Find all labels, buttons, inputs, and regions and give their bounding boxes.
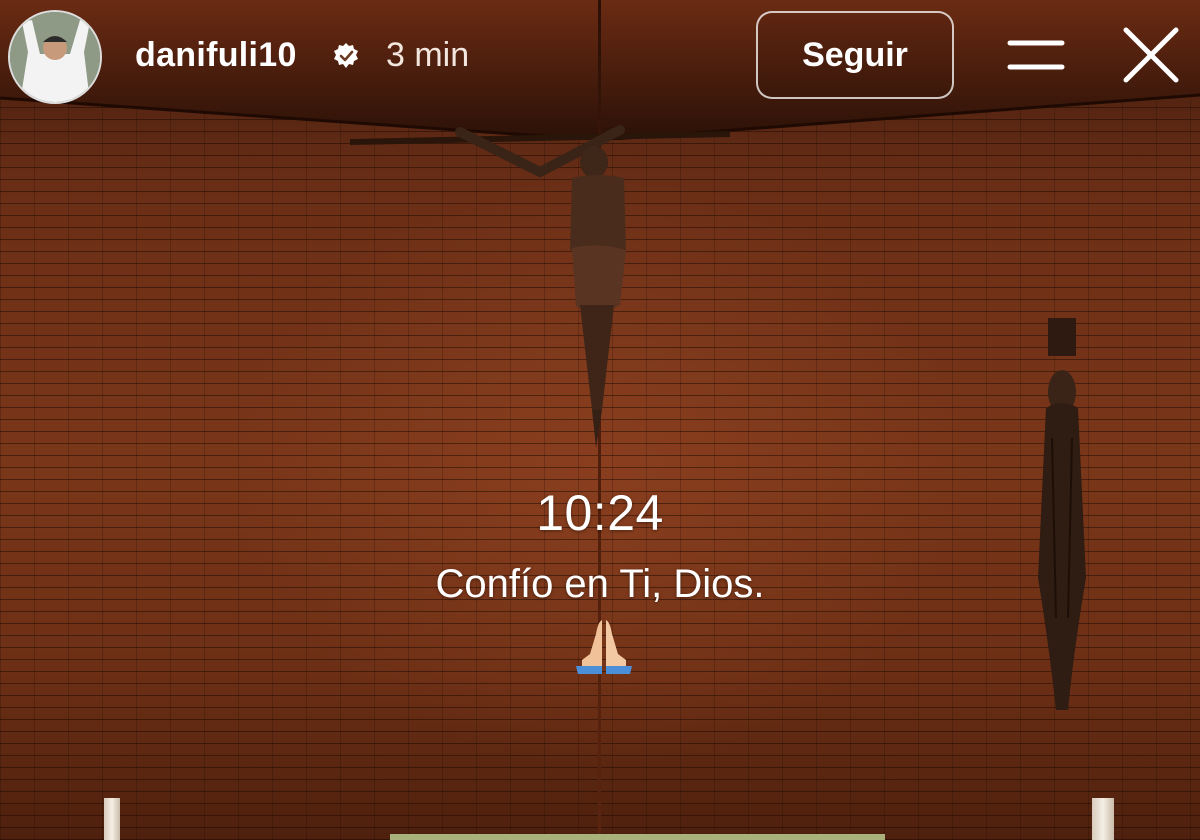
menu-icon[interactable] [1006,37,1066,77]
avatar[interactable] [8,10,102,104]
verified-badge-icon [334,43,358,68]
virgin-statue-image [1038,318,1086,710]
candle-right [1092,798,1114,840]
time-sticker[interactable]: 10:24 [500,484,700,542]
close-icon[interactable] [1118,22,1184,88]
altar-edge [390,834,885,840]
candle-left [104,798,120,840]
praying-hands-icon [576,620,632,674]
story-viewer[interactable]: danifuli10 3 min Seguir 10:24 Confío en … [0,0,1200,840]
username[interactable]: danifuli10 [135,36,297,75]
avatar-photo [10,12,100,102]
caption-text: Confío en Ti, Dios. [435,562,765,606]
crucifix-image [349,125,731,448]
post-time: 3 min [386,36,470,74]
follow-button[interactable]: Seguir [756,11,954,99]
story-header: danifuli10 3 min Seguir [0,0,1200,110]
